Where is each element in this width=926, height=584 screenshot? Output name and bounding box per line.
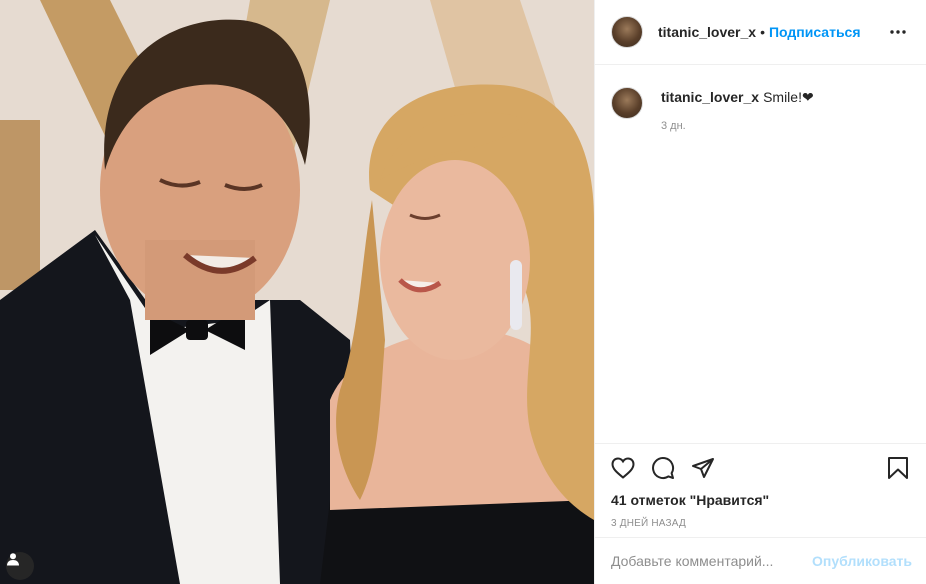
caption-time[interactable]: 3 дн. [661, 120, 814, 132]
comment-input[interactable] [611, 553, 813, 569]
post-dialog: titanic_lover_x • Подписаться titanic_lo… [0, 0, 926, 584]
post-side-panel: titanic_lover_x • Подписаться titanic_lo… [594, 0, 926, 584]
post-photo[interactable] [0, 0, 594, 584]
caption-text: Smile!❤︎ [763, 89, 814, 105]
more-options-button[interactable] [886, 20, 910, 44]
publish-button[interactable]: Опубликовать [812, 553, 912, 569]
user-tag-button[interactable] [6, 552, 34, 580]
follow-button[interactable]: Подписаться [769, 24, 861, 40]
share-icon [692, 458, 714, 478]
author-username[interactable]: titanic_lover_x [658, 24, 756, 40]
like-button[interactable] [611, 456, 635, 480]
action-icons [611, 454, 910, 482]
save-button[interactable] [886, 456, 910, 480]
share-button[interactable] [691, 456, 715, 480]
more-options-icon [890, 30, 906, 34]
caption-username[interactable]: titanic_lover_x [661, 89, 759, 105]
header-separator: • [760, 24, 765, 40]
post-header: titanic_lover_x • Подписаться [595, 0, 926, 65]
caption-avatar[interactable] [611, 87, 643, 119]
post-caption: titanic_lover_x Smile!❤︎ 3 дн. [611, 87, 910, 132]
author-avatar[interactable] [611, 16, 643, 48]
likes-count[interactable]: 41 отметок "Нравится" [611, 492, 910, 508]
comment-form: Опубликовать [595, 537, 926, 584]
comment-icon [652, 457, 675, 479]
post-date[interactable]: 3 дней назад [611, 518, 910, 529]
user-tag-icon [7, 553, 19, 566]
comment-button[interactable] [651, 456, 675, 480]
post-actions: 41 отметок "Нравится" 3 дней назад [595, 443, 926, 537]
comments-list: titanic_lover_x Smile!❤︎ 3 дн. [595, 65, 926, 443]
heart-icon [611, 457, 635, 479]
post-photo-illustration [0, 0, 594, 584]
bookmark-icon [888, 457, 908, 479]
caption-body: titanic_lover_x Smile!❤︎ 3 дн. [661, 87, 814, 132]
caption-text-line: titanic_lover_x Smile!❤︎ [661, 87, 814, 106]
